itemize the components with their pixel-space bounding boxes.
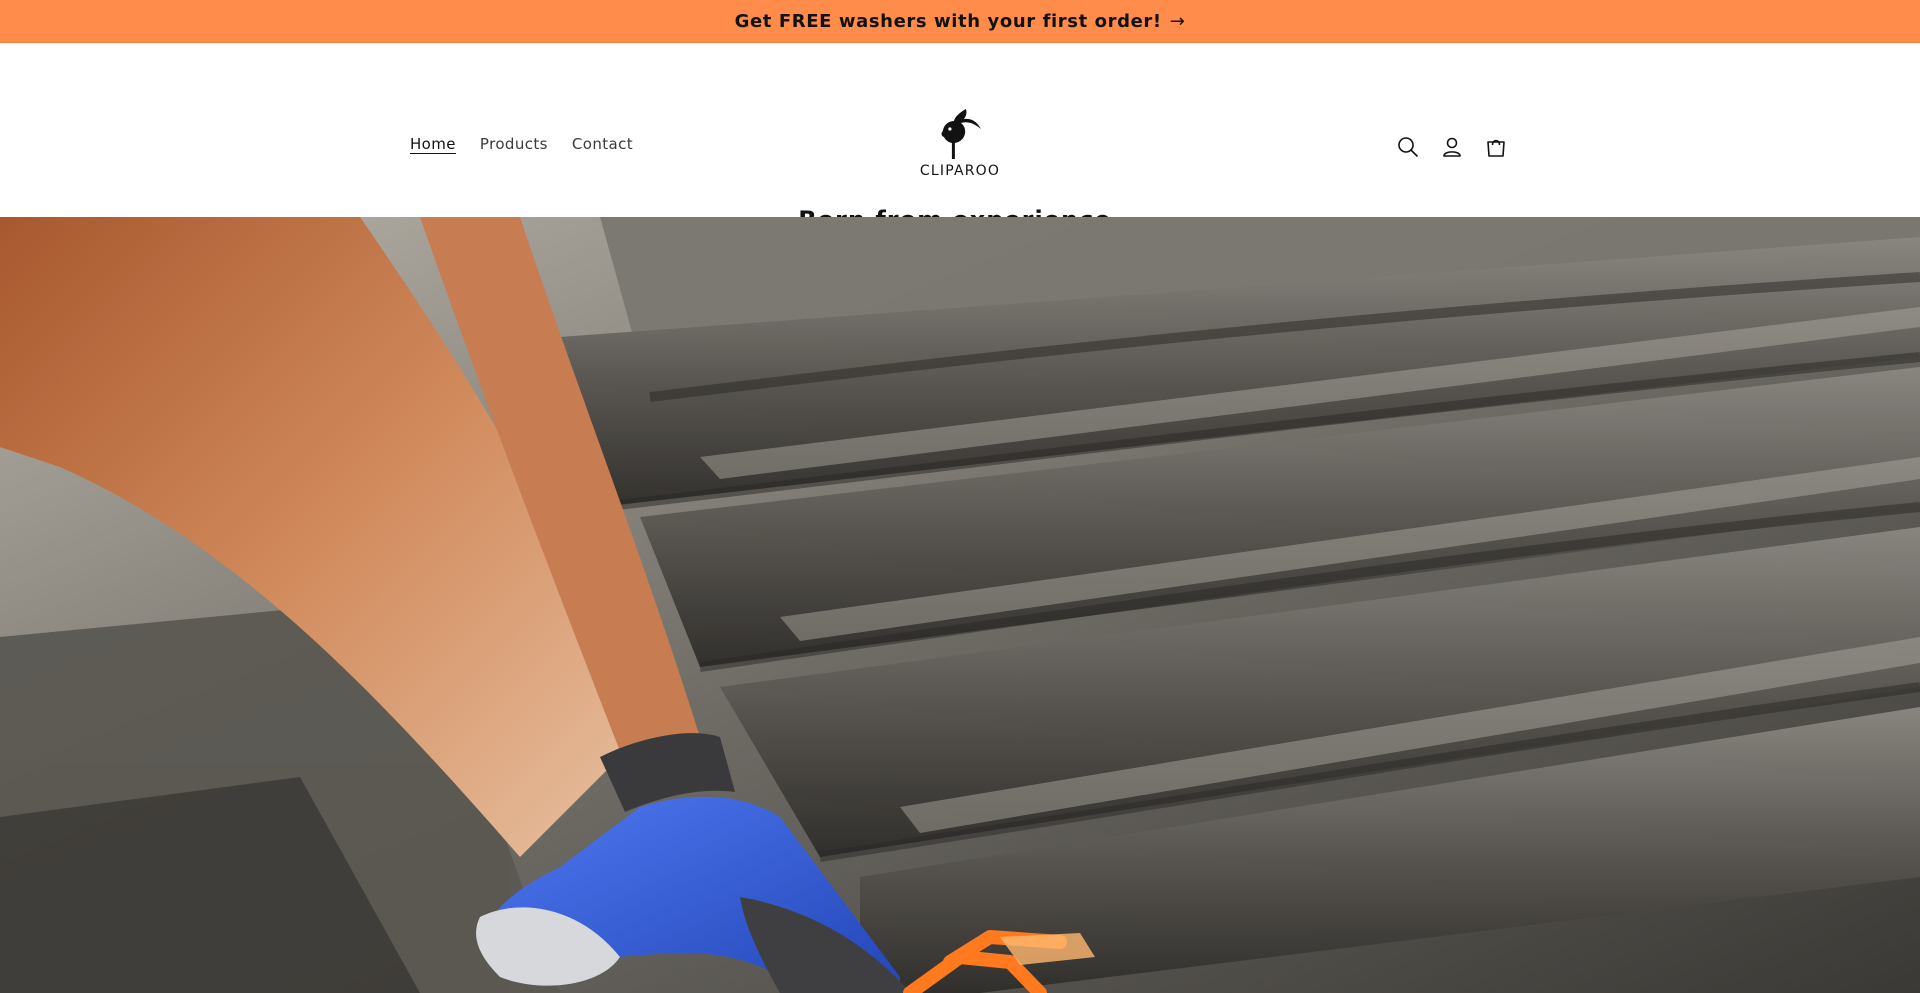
announcement-text: Get FREE washers with your first order! — [734, 10, 1162, 32]
header-icons — [1396, 135, 1508, 159]
hero-image — [0, 217, 1920, 993]
nav-home[interactable]: Home — [410, 135, 456, 153]
announcement-bar: Get FREE washers with your first order! … — [0, 0, 1920, 43]
logo-wordmark: CLIPAROO — [919, 163, 1001, 179]
cockatoo-logo-icon — [941, 109, 981, 159]
main-nav: Home Products Contact — [410, 135, 633, 153]
arrow-right-icon: → — [1169, 10, 1186, 32]
site-logo[interactable]: CLIPAROO — [920, 107, 1000, 179]
announcement-link[interactable]: Get FREE washers with your first order! … — [735, 11, 1186, 32]
nav-contact[interactable]: Contact — [572, 135, 633, 153]
search-icon[interactable] — [1396, 135, 1420, 159]
nav-products[interactable]: Products — [480, 135, 548, 153]
site-header: Home Products Contact CLIPAROO Born from… — [0, 43, 1920, 234]
account-icon[interactable] — [1440, 135, 1464, 159]
cart-icon[interactable] — [1484, 135, 1508, 159]
